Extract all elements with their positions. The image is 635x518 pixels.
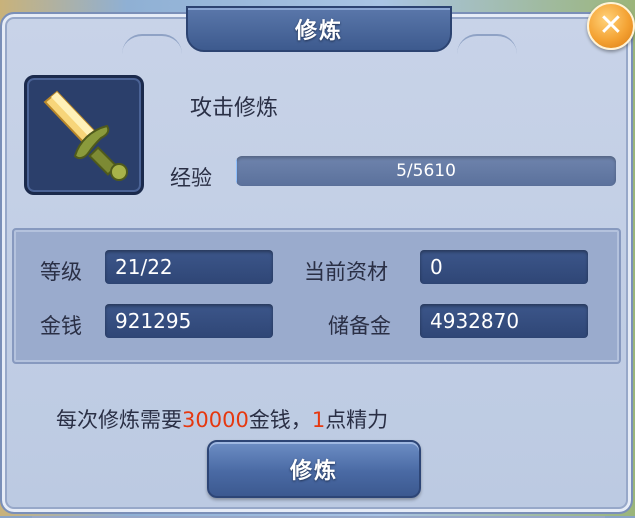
cost-info-mid: 金钱， <box>249 408 312 432</box>
dialog-title: 修炼 <box>186 6 452 52</box>
material-value: 0 <box>420 250 588 284</box>
skill-icon-frame <box>24 75 144 195</box>
money-label: 金钱 <box>40 310 82 340</box>
close-button[interactable]: ✕ <box>587 2 635 50</box>
sword-icon <box>27 78 141 192</box>
cost-info: 每次修炼需要30000金钱，1点精力 <box>56 404 388 434</box>
level-label: 等级 <box>40 256 82 286</box>
reserve-value: 4932870 <box>420 304 588 338</box>
level-value: 21/22 <box>105 250 273 284</box>
exp-progress-bar: 5/5610 <box>236 156 616 186</box>
stats-panel <box>12 228 621 364</box>
material-label: 当前资材 <box>304 256 388 286</box>
close-icon: ✕ <box>598 11 623 41</box>
exp-value: 5/5610 <box>236 156 616 186</box>
cost-amount: 30000 <box>182 408 249 432</box>
skill-name: 攻击修炼 <box>190 90 278 122</box>
cost-info-prefix: 每次修炼需要 <box>56 408 182 432</box>
reserve-label: 储备金 <box>328 310 391 340</box>
money-value: 921295 <box>105 304 273 338</box>
cost-info-suffix: 点精力 <box>325 408 388 432</box>
train-button[interactable]: 修炼 <box>207 440 421 498</box>
cloud-ornament-right <box>457 34 517 58</box>
exp-label: 经验 <box>170 162 212 192</box>
energy-amount: 1 <box>312 408 325 432</box>
cloud-ornament-left <box>122 34 182 58</box>
